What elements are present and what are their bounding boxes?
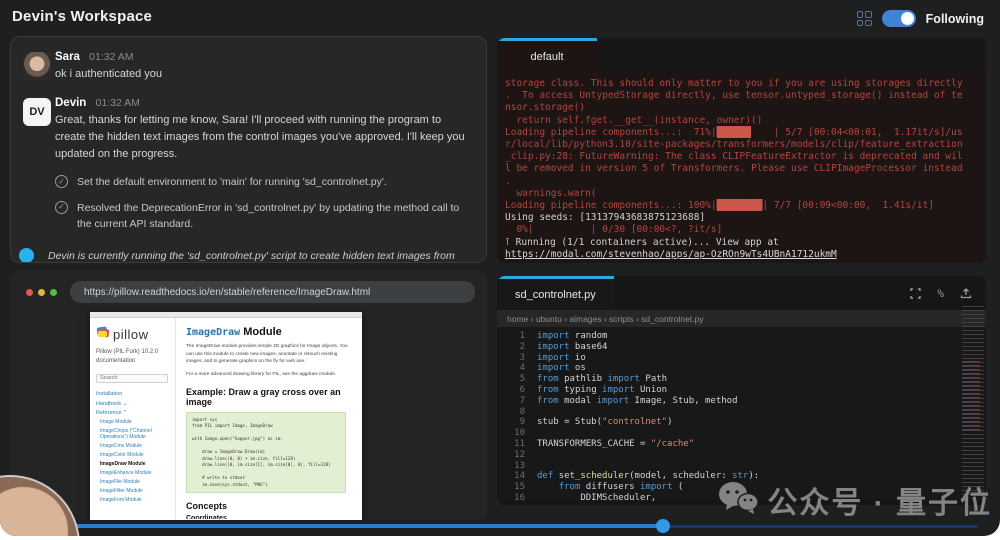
task-checklist: ✓ Set the default environment to 'main' f… <box>55 175 472 232</box>
watermark: 公众号 · 量子位 <box>717 478 992 522</box>
close-window-dot[interactable] <box>26 288 33 296</box>
message-time: 01:32 AM <box>95 97 140 110</box>
code-content[interactable]: 1 import random 2 import base64 3 import io 4 i… <box>497 327 986 501</box>
watermark-text: 公众号 · 量子位 <box>767 487 992 520</box>
upload-icon[interactable] <box>960 287 972 299</box>
chat-message-devin: DV Devin 01:32 AM Great, thanks for lett… <box>19 97 472 262</box>
following-label: Following <box>925 11 984 26</box>
docs-paragraph: The ImageDraw module provides simple 2D … <box>186 344 348 365</box>
fullscreen-icon[interactable] <box>910 287 922 299</box>
sidebar-item-installation[interactable]: Installation <box>96 391 169 397</box>
sidebar-item-reference[interactable]: Reference ⌃ <box>96 410 169 416</box>
docs-code-sample: import sys from PIL import Image, ImageDr… <box>186 411 346 494</box>
session-timeline-slider[interactable] <box>0 519 1000 533</box>
timeline-progress <box>6 524 664 528</box>
docs-subtitle: Pillow (PIL Fork) 10.2.0 documentation <box>96 349 159 364</box>
page-title: Devin's Workspace <box>12 8 153 25</box>
docs-concepts-heading: Concepts <box>186 501 228 512</box>
editor-minimap[interactable] <box>962 306 984 496</box>
webpage-pillow-docs: pillow Pillow (PIL Fork) 10.2.0 document… <box>90 312 362 520</box>
message-time: 01:32 AM <box>89 51 134 63</box>
pillow-logo-icon <box>96 325 110 344</box>
terminal-output[interactable]: storage class. This should only matter t… <box>497 72 986 263</box>
devin-workspace-window: Devin's Workspace Following Sara 01:32 A… <box>0 0 1000 536</box>
following-toggle[interactable] <box>881 10 916 27</box>
docs-paragraph: For a more advanced drawing library for … <box>186 372 337 378</box>
avatar-devin: DV <box>23 98 51 127</box>
avatar-sara <box>23 52 51 80</box>
breadcrumb[interactable]: home › ubuntu › aimages › scripts › sd_c… <box>497 310 986 327</box>
status-row: Devin is currently running the 'sd_contr… <box>19 248 472 262</box>
timeline-handle[interactable] <box>656 519 670 533</box>
message-author: Devin <box>55 97 87 110</box>
url-bar[interactable]: https://pillow.readthedocs.io/en/stable/… <box>70 281 475 303</box>
code-editor-panel: sd_controlnet.py % home › ubuntu › aimag… <box>497 276 986 505</box>
docs-main: ImageDraw Module The ImageDraw module pr… <box>176 318 362 519</box>
chat-panel: Sara 01:32 AM ok i authenticated you DV … <box>10 36 487 263</box>
running-status-dot <box>19 248 34 262</box>
terminal-tab-default[interactable]: default <box>497 38 597 72</box>
running-status-text: Devin is currently running the 'sd_contr… <box>48 250 455 263</box>
message-text: Great, thanks for letting me know, Sara!… <box>55 114 465 161</box>
toggle-knob <box>900 12 914 25</box>
wechat-icon <box>717 480 760 521</box>
grid-apps-icon[interactable] <box>856 11 872 26</box>
terminal-panel: default storage class. This should only … <box>497 38 986 263</box>
docs-sidebar: pillow Pillow (PIL Fork) 10.2.0 document… <box>90 318 176 519</box>
minimize-window-dot[interactable] <box>38 288 45 296</box>
diff-percent-icon[interactable]: % <box>937 287 944 300</box>
message-text: ok i authenticated you <box>55 68 163 80</box>
chat-message-sara: Sara 01:32 AM ok i authenticated you <box>23 51 472 83</box>
docs-example-heading: Example: Draw a gray cross over an image <box>186 386 341 407</box>
pillow-logo-text[interactable]: pillow <box>113 327 149 342</box>
browser-panel: https://pillow.readthedocs.io/en/stable/… <box>10 271 487 520</box>
reference-module-list[interactable]: Image Module ImageChops ("Channel Operati… <box>96 419 169 503</box>
editor-tab-sd-controlnet[interactable]: sd_controlnet.py <box>497 276 614 310</box>
docs-title: ImageDraw Module <box>186 326 282 338</box>
timeline-remaining <box>664 524 978 528</box>
message-author: Sara <box>55 51 80 63</box>
docs-search-input[interactable] <box>96 373 168 383</box>
editor-tabbar: sd_controlnet.py % <box>497 276 986 310</box>
maximize-window-dot[interactable] <box>50 288 57 296</box>
docs-coordinates-heading: Coordinates <box>186 515 227 519</box>
sidebar-item-handbook[interactable]: Handbook ⌄ <box>96 401 169 407</box>
terminal-tabbar: default <box>497 38 986 72</box>
